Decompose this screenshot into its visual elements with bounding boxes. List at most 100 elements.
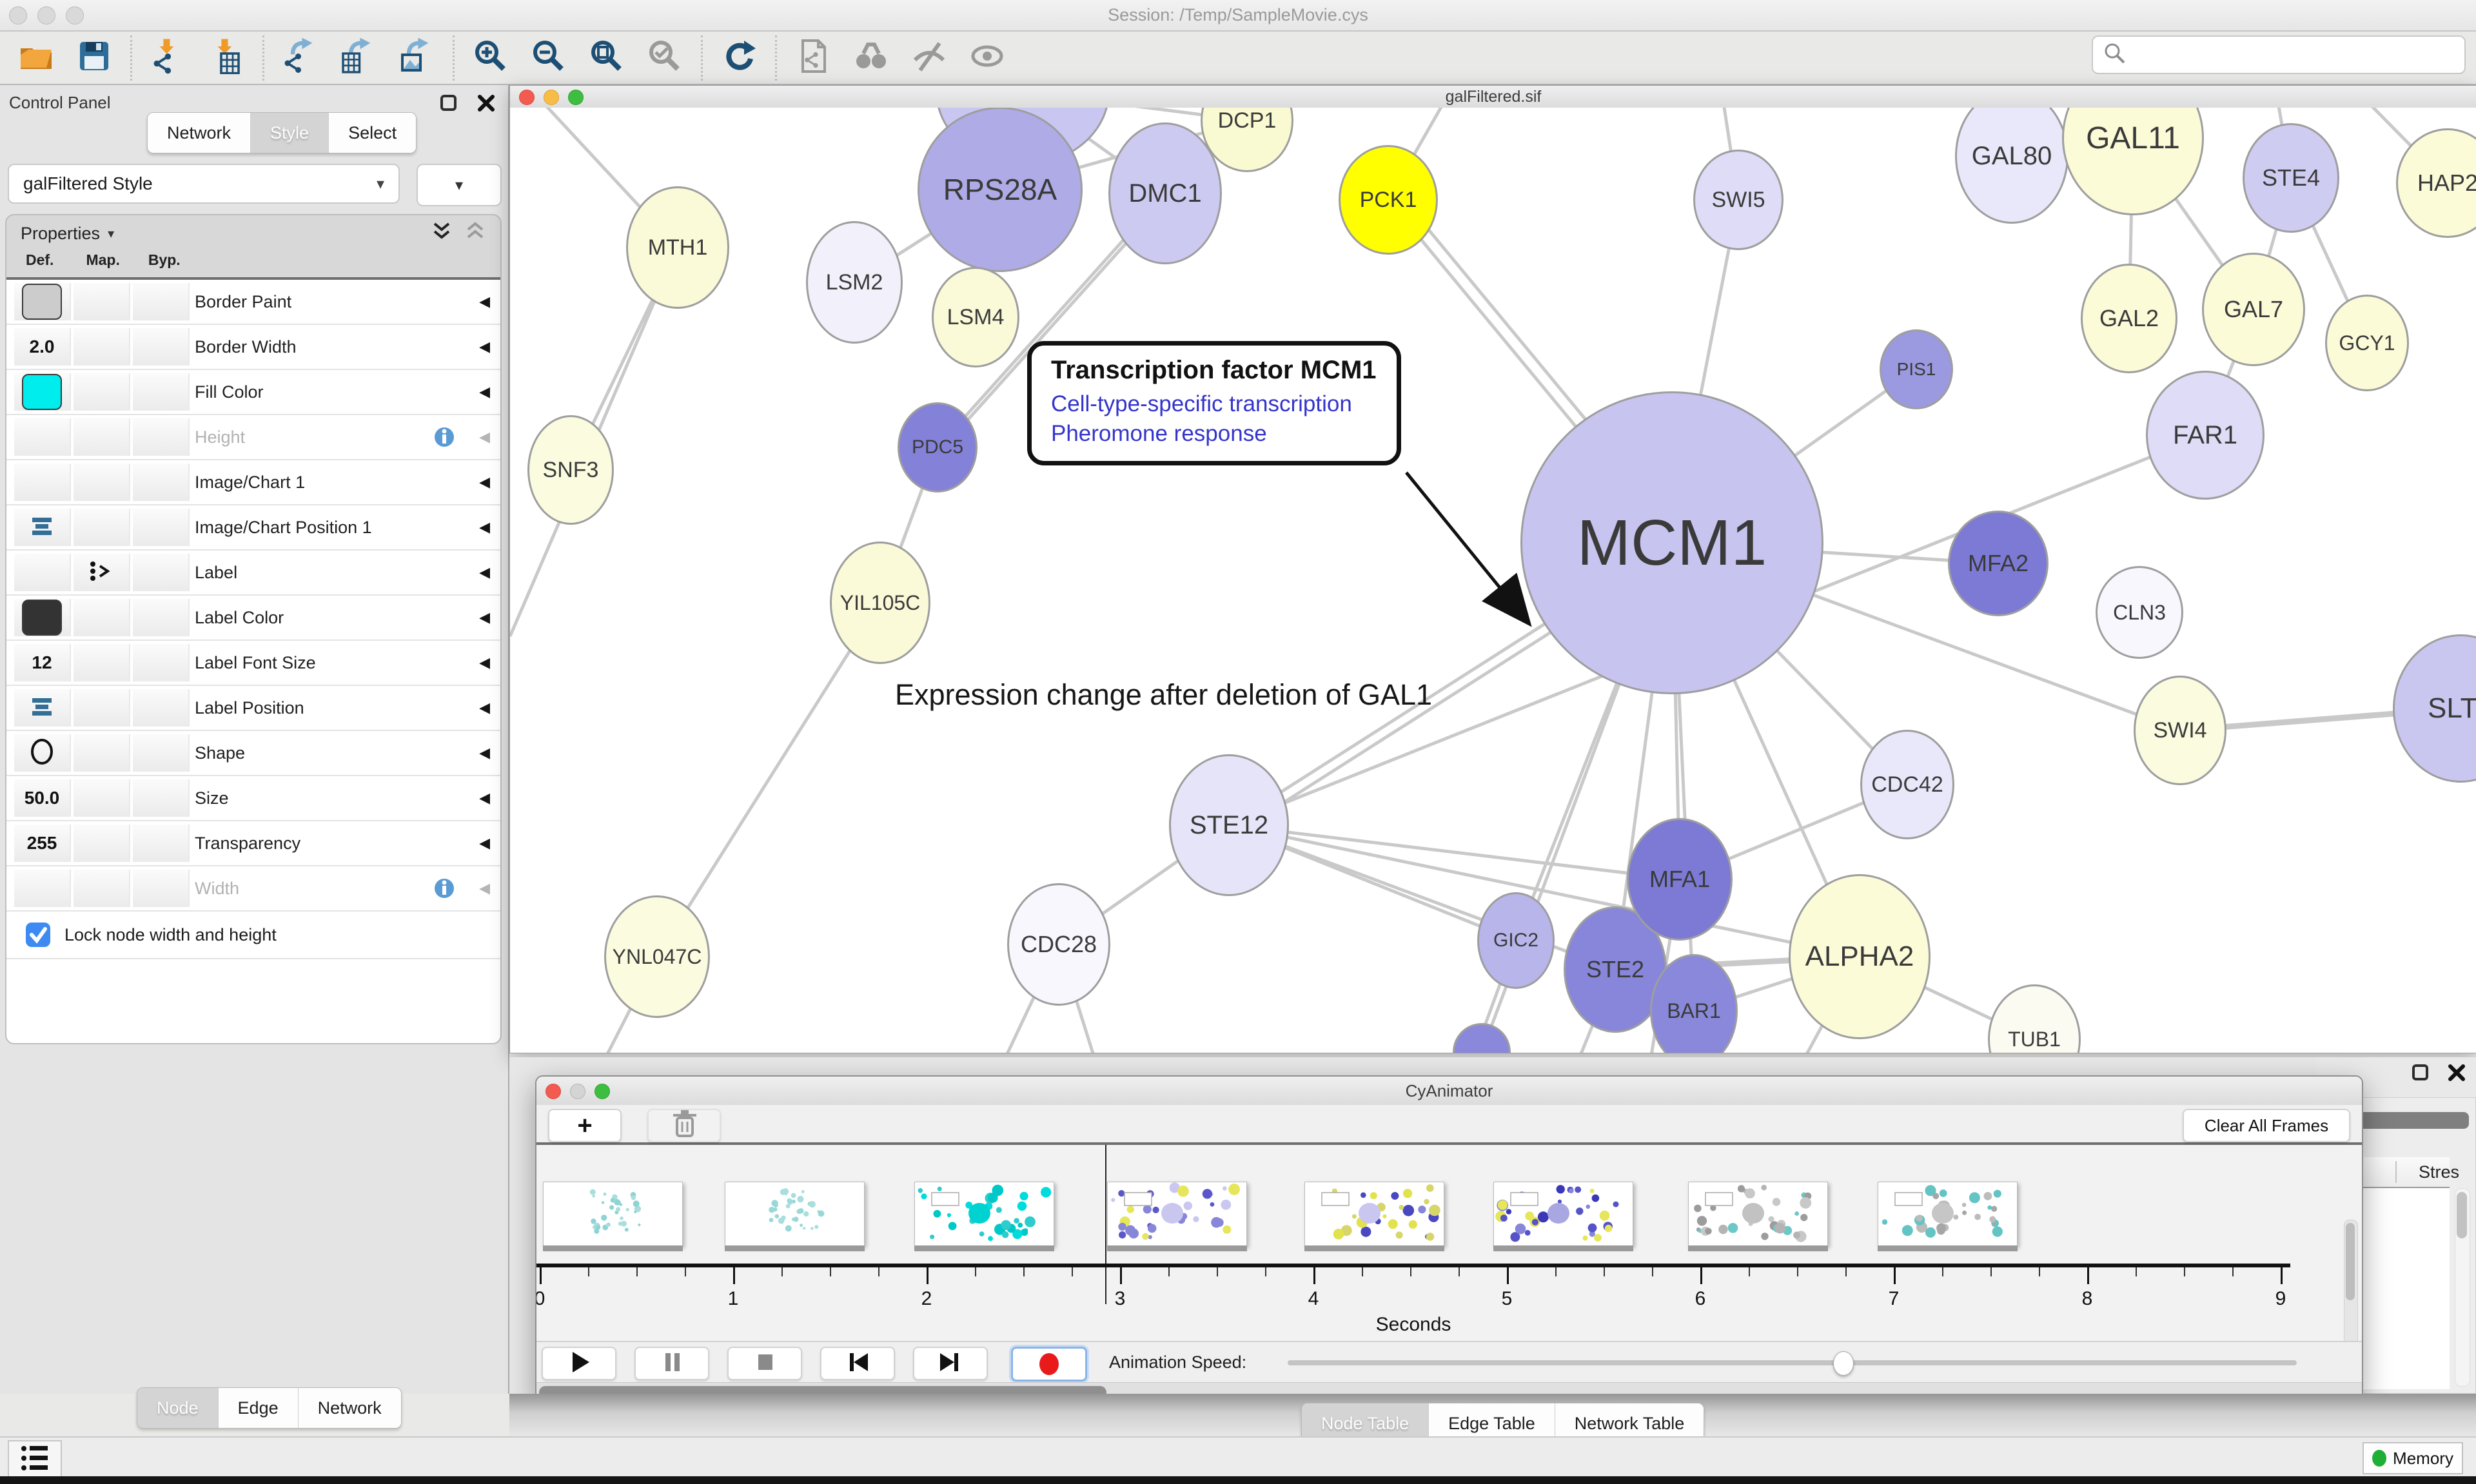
expand-row-icon[interactable]: ◀ bbox=[479, 866, 490, 910]
timeline-vscrollbar[interactable] bbox=[2344, 1220, 2358, 1341]
playhead[interactable] bbox=[1105, 1145, 1106, 1304]
annotation-box[interactable]: Transcription factor MCM1Cell-type-speci… bbox=[1027, 341, 1401, 465]
network-node-dmc1[interactable]: DMC1 bbox=[1108, 122, 1222, 264]
def-cell[interactable]: 2.0 bbox=[14, 328, 71, 366]
pause-button[interactable] bbox=[634, 1347, 709, 1380]
search-box[interactable] bbox=[2092, 35, 2466, 74]
network-node-mth1[interactable]: MTH1 bbox=[626, 186, 729, 309]
show-detail-button[interactable] bbox=[968, 39, 1007, 77]
timeline-frame-5[interactable] bbox=[1493, 1182, 1633, 1246]
style-options-button[interactable]: ▾ bbox=[417, 164, 502, 206]
cyanimator-titlebar[interactable]: CyAnimator bbox=[536, 1077, 2362, 1106]
close-panel-icon[interactable] bbox=[476, 93, 496, 117]
byp-cell[interactable] bbox=[133, 734, 190, 772]
network-node-cdc28[interactable]: CDC28 bbox=[1007, 883, 1110, 1006]
def-cell[interactable] bbox=[14, 509, 71, 546]
expand-row-icon[interactable]: ◀ bbox=[479, 551, 490, 594]
network-node-gic2[interactable]: GIC2 bbox=[1477, 892, 1555, 989]
byp-cell[interactable] bbox=[133, 464, 190, 501]
map-cell[interactable] bbox=[74, 644, 130, 681]
default-value[interactable]: 255 bbox=[27, 833, 57, 854]
network-node-ynl047c[interactable]: YNL047C bbox=[604, 895, 710, 1018]
map-cell[interactable] bbox=[74, 554, 130, 591]
network-node-yil105c[interactable]: YIL105C bbox=[830, 542, 930, 664]
export-table-button[interactable] bbox=[339, 39, 378, 77]
byp-cell[interactable] bbox=[133, 328, 190, 366]
table-scrollbar[interactable] bbox=[2455, 1188, 2470, 1387]
def-cell[interactable] bbox=[14, 464, 71, 501]
property-row-image-chart-1[interactable]: Image/Chart 1◀ bbox=[6, 460, 500, 505]
property-row-label-color[interactable]: Label Color◀ bbox=[6, 596, 500, 641]
def-cell[interactable] bbox=[14, 283, 71, 320]
default-value[interactable]: 12 bbox=[32, 652, 52, 673]
tab-edge[interactable]: Edge bbox=[219, 1388, 299, 1428]
property-row-image-chart-position-1[interactable]: Image/Chart Position 1◀ bbox=[6, 505, 500, 551]
network-node-swi4[interactable]: SWI4 bbox=[2134, 676, 2226, 785]
zoom-out-button[interactable] bbox=[529, 39, 568, 77]
network-titlebar[interactable]: galFiltered.sif bbox=[510, 86, 2476, 108]
expand-row-icon[interactable]: ◀ bbox=[479, 731, 490, 775]
def-cell[interactable]: 255 bbox=[14, 825, 71, 862]
network-node-gcy1[interactable]: GCY1 bbox=[2325, 295, 2409, 391]
byp-cell[interactable] bbox=[133, 599, 190, 636]
timeline-frame-1[interactable] bbox=[725, 1182, 865, 1246]
tab-style[interactable]: Style bbox=[251, 113, 329, 153]
expand-row-icon[interactable]: ◀ bbox=[479, 596, 490, 639]
network-node-far1[interactable]: FAR1 bbox=[2146, 371, 2265, 500]
byp-cell[interactable] bbox=[133, 644, 190, 681]
def-cell[interactable] bbox=[14, 734, 71, 772]
property-row-transparency[interactable]: 255Transparency◀ bbox=[6, 821, 500, 866]
timeline-frame-0[interactable] bbox=[543, 1182, 683, 1246]
timeline-frame-7[interactable] bbox=[1878, 1182, 2018, 1246]
ellipse-shape-icon[interactable] bbox=[28, 737, 56, 769]
zoom-fit-button[interactable] bbox=[587, 39, 626, 77]
property-row-shape[interactable]: Shape◀ bbox=[6, 731, 500, 776]
def-cell[interactable] bbox=[14, 373, 71, 411]
property-row-width[interactable]: Width◀ bbox=[6, 866, 500, 912]
map-cell[interactable] bbox=[74, 779, 130, 817]
byp-cell[interactable] bbox=[133, 283, 190, 320]
expand-row-icon[interactable]: ◀ bbox=[479, 460, 490, 504]
expand-row-icon[interactable]: ◀ bbox=[479, 325, 490, 369]
timeline-frame-2[interactable] bbox=[914, 1182, 1054, 1246]
tab-network[interactable]: Network bbox=[148, 113, 251, 153]
delete-frame-button[interactable] bbox=[647, 1109, 721, 1142]
network-node-pis1[interactable]: PIS1 bbox=[1880, 329, 1953, 409]
float-panel-icon[interactable] bbox=[2410, 1062, 2431, 1086]
network-node-lsm4[interactable]: LSM4 bbox=[932, 267, 1019, 367]
export-image-button[interactable] bbox=[397, 39, 436, 77]
search-input[interactable] bbox=[2128, 44, 2455, 66]
memory-button[interactable]: Memory bbox=[2363, 1442, 2463, 1474]
expand-row-icon[interactable]: ◀ bbox=[479, 505, 490, 549]
expand-row-icon[interactable]: ◀ bbox=[479, 280, 490, 324]
hide-detail-button[interactable] bbox=[910, 39, 948, 77]
def-cell[interactable] bbox=[14, 554, 71, 591]
properties-header-label[interactable]: Properties bbox=[21, 224, 100, 244]
skip-start-button[interactable] bbox=[820, 1347, 895, 1380]
property-row-height[interactable]: Height◀ bbox=[6, 415, 500, 460]
map-cell[interactable] bbox=[74, 373, 130, 411]
network-canvas[interactable]: RPS28BRPS28ADMC1DCP1PCK1MTH1LSM2LSM4SNF3… bbox=[510, 108, 2476, 1053]
network-node-alpha2[interactable]: ALPHA2 bbox=[1789, 874, 1931, 1039]
property-row-fill-color[interactable]: Fill Color◀ bbox=[6, 370, 500, 415]
property-row-size[interactable]: 50.0Size◀ bbox=[6, 776, 500, 821]
network-node-mfa2[interactable]: MFA2 bbox=[1948, 511, 2049, 616]
byp-cell[interactable] bbox=[133, 418, 190, 456]
default-value[interactable]: 2.0 bbox=[30, 337, 55, 357]
network-node-mcm1[interactable]: MCM1 bbox=[1520, 391, 1823, 694]
def-cell[interactable] bbox=[14, 689, 71, 727]
timeline-frame-3[interactable] bbox=[1107, 1182, 1247, 1246]
network-node-rps28a[interactable]: RPS28A bbox=[918, 108, 1083, 272]
map-cell[interactable] bbox=[74, 825, 130, 862]
byp-cell[interactable] bbox=[133, 779, 190, 817]
byp-cell[interactable] bbox=[133, 825, 190, 862]
discrete-mapping-icon[interactable] bbox=[88, 560, 114, 586]
map-cell[interactable] bbox=[74, 734, 130, 772]
expand-row-icon[interactable]: ◀ bbox=[479, 370, 490, 414]
default-swatch[interactable] bbox=[22, 284, 62, 320]
property-row-border-paint[interactable]: Border Paint◀ bbox=[6, 280, 500, 325]
record-button[interactable] bbox=[1011, 1347, 1087, 1381]
slider-handle[interactable] bbox=[1833, 1351, 1854, 1376]
expand-row-icon[interactable]: ◀ bbox=[479, 641, 490, 685]
def-cell[interactable]: 50.0 bbox=[14, 779, 71, 817]
